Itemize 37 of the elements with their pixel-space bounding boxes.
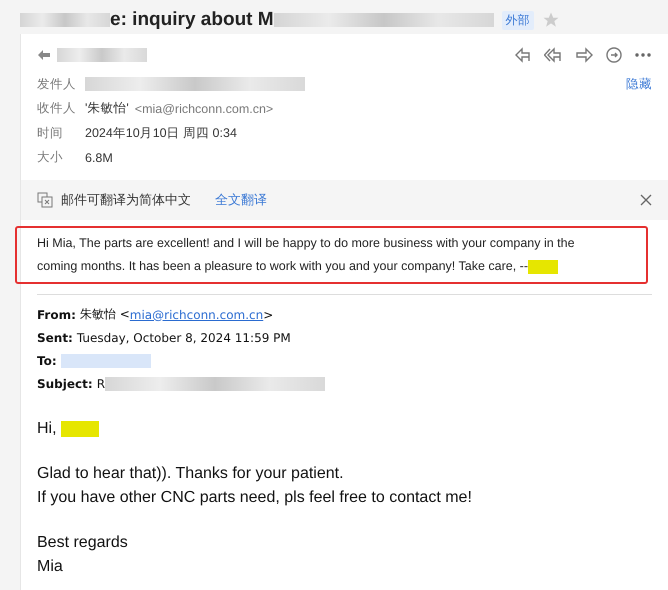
value-text: 6.8M: [85, 150, 113, 165]
value-text: '朱敏怡': [85, 100, 129, 118]
field-label: 时间: [37, 124, 64, 142]
value-text: 朱敏怡 <: [80, 306, 130, 323]
external-badge: 外部: [502, 10, 534, 30]
value-text: 2024年10月10日 周四 0:34: [85, 124, 237, 142]
value-text: >: [263, 308, 274, 322]
closing-text: Mia: [37, 557, 64, 577]
greeting-text: Hi,: [37, 420, 57, 437]
header-label: Sent:: [37, 330, 73, 344]
comment-icon[interactable]: [604, 46, 624, 64]
header-label: To:: [37, 354, 57, 368]
reply-text: Hi Mia, The parts are excellent! and I will be happy to do more business with your company in the: [37, 236, 575, 250]
field-label: 发件人: [37, 76, 77, 93]
header-label: From:: [37, 308, 76, 322]
reply-text: coming months. It has been a pleasure to work with you and your company! Take care, --: [37, 259, 528, 273]
more-icon[interactable]: [634, 52, 652, 58]
header-label: Subject:: [37, 376, 93, 390]
hide-link[interactable]: 隐藏: [626, 76, 652, 93]
closing-text: Best regards: [37, 533, 129, 553]
email-link[interactable]: mia@richconn.com.cn: [130, 308, 264, 322]
star-icon[interactable]: [542, 11, 560, 29]
translate-icon: [37, 192, 53, 208]
highlight-mark: [61, 420, 100, 437]
value-text: R: [96, 376, 106, 390]
forward-icon[interactable]: [574, 46, 594, 64]
translate-message: 邮件可翻译为简体中文: [61, 191, 191, 209]
field-label: 大小: [37, 149, 64, 166]
body-text: Glad to hear that)). Thanks for your patient.: [37, 464, 345, 484]
email-address: <mia@richconn.com.cn>: [134, 102, 274, 116]
body-text: If you have other CNC parts need, pls feel free to contact me!: [37, 488, 473, 508]
reply-arrow-icon: [37, 49, 51, 61]
translate-link[interactable]: 全文翻译: [215, 191, 267, 209]
close-icon[interactable]: [640, 194, 652, 206]
value-text: Tuesday, October 8, 2024 11:59 PM: [76, 330, 291, 344]
field-label: 收件人: [37, 100, 77, 118]
value-text: e: inquiry about M: [110, 9, 274, 31]
